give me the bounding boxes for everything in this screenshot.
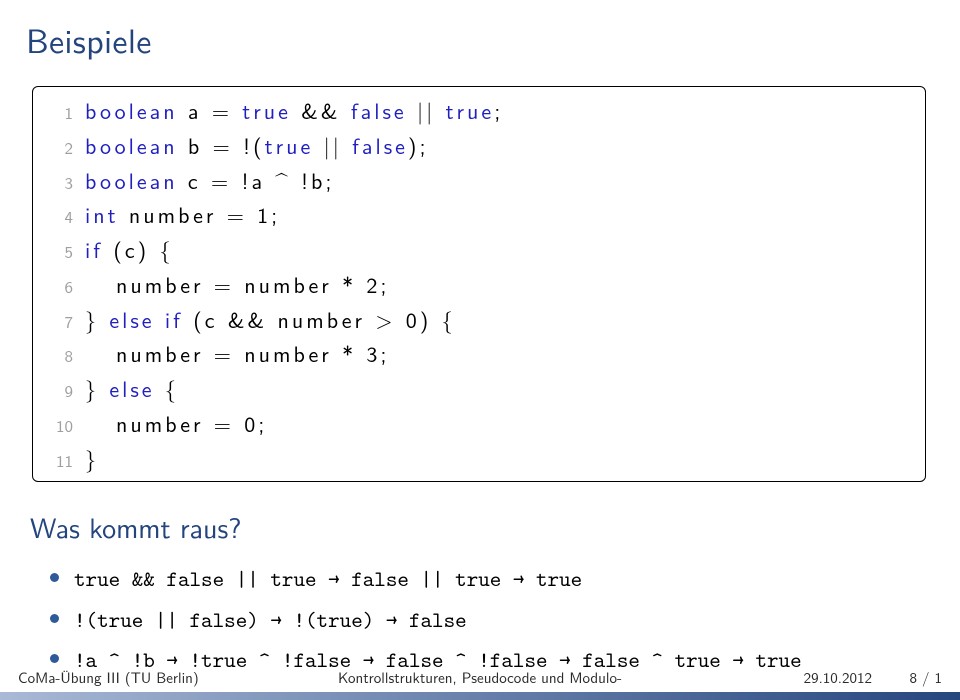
footer-bar	[0, 692, 960, 700]
bullet-item: true && false || true → false || true → …	[50, 561, 934, 597]
lineno: 9	[33, 378, 73, 405]
lineno: 11	[33, 448, 73, 475]
lineno: 3	[33, 170, 73, 197]
lineno: 2	[33, 135, 73, 162]
lineno: 5	[33, 239, 73, 266]
code-text: boolean a = true && false || true;	[85, 93, 503, 128]
footer-right: 29.10.2012 8 / 1	[804, 666, 942, 688]
footer-left: CoMa-Übung III (TU Berlin)	[18, 666, 199, 688]
lineno: 6	[33, 274, 73, 301]
code-text: boolean c = !a ^ !b;	[85, 163, 334, 198]
lineno: 8	[33, 343, 73, 370]
code-text: if (c) {	[85, 232, 174, 267]
lineno: 10	[33, 413, 73, 440]
code-text: } else if (c && number > 0) {	[85, 302, 456, 337]
code-text: int number = 1;	[85, 197, 280, 232]
lineno: 7	[33, 309, 73, 336]
code-listing: 1 boolean a = true && false || true; 2 boo…	[32, 86, 926, 482]
code-text: } else {	[85, 371, 179, 406]
section-heading: Was kommt raus?	[30, 506, 934, 547]
footer-center: Kontrollstrukturen, Pseudocode und Modul…	[338, 666, 622, 688]
code-text: number = number * 3;	[85, 336, 390, 371]
lineno: 4	[33, 204, 73, 231]
footer-row: CoMa-Übung III (TU Berlin) Kontrollstruk…	[0, 666, 960, 688]
bullet-list: true && false || true → false || true → …	[50, 561, 934, 678]
code-text: boolean b = !(true || false);	[85, 128, 429, 163]
code-text: number = number * 2;	[85, 267, 390, 302]
bullet-item: !(true || false) → !(true) → false	[50, 602, 934, 638]
page-title: Beispiele	[26, 14, 934, 64]
lineno: 1	[33, 100, 73, 127]
code-text: }	[85, 441, 99, 476]
code-text: number = 0;	[85, 406, 267, 441]
